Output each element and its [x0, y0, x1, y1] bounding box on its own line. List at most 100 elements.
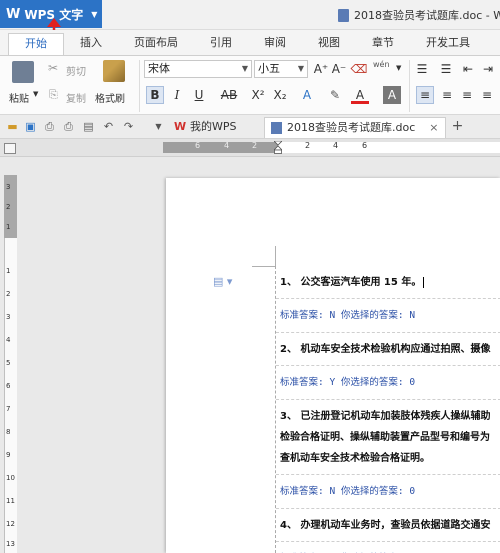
wps-logo-icon: W: [174, 120, 187, 133]
question-text: 4、 办理机动车业务时，查验员依据道路交通安: [280, 520, 491, 531]
scissors-icon: ✂: [48, 61, 59, 75]
print-icon[interactable]: ⎙: [62, 120, 75, 133]
align-right-icon[interactable]: ≡: [458, 86, 476, 104]
font-color-icon[interactable]: A: [351, 86, 369, 104]
paragraph-layout-icon[interactable]: ▤ ▾: [213, 275, 232, 288]
menu-bar: 开始 插入 页面布局 引用 审阅 视图 章节 开发工具 云服: [0, 30, 500, 55]
ruler-number: 6: [6, 382, 11, 390]
format-painter-button[interactable]: 格式刷: [95, 90, 125, 105]
customize-dropdown-icon[interactable]: ▼: [152, 120, 165, 133]
paste-icon[interactable]: [12, 61, 34, 83]
ruler-number: 13: [6, 540, 15, 548]
tab-stop-selector[interactable]: [4, 143, 16, 154]
phonetic-guide-icon[interactable]: wén: [373, 60, 390, 69]
close-icon[interactable]: ×: [429, 121, 438, 134]
chevron-down-icon: ▼: [297, 64, 304, 73]
shrink-font-icon[interactable]: A⁻: [330, 60, 348, 78]
tab-cloud[interactable]: 云服: [486, 33, 500, 55]
ruler-number: 8: [6, 428, 11, 436]
open-folder-icon[interactable]: ▬: [6, 120, 19, 133]
copy-button[interactable]: 复制: [66, 90, 86, 105]
new-tab-icon[interactable]: +: [451, 119, 464, 133]
superscript-button[interactable]: X²: [249, 86, 267, 104]
quick-access-bar: ▬ ▣ ⎙ ⎙ ▤ ↶ ↷ ▼ W 我的WPS 2018查验员考试题库.doc ×…: [0, 115, 500, 139]
ruler-number: 1: [6, 267, 11, 275]
paste-dropdown-icon[interactable]: ▼: [33, 90, 38, 98]
tab-references[interactable]: 引用: [194, 33, 248, 55]
text-effect-icon[interactable]: A: [298, 86, 316, 104]
justify-icon[interactable]: ≡: [478, 86, 496, 104]
chevron-down-icon[interactable]: ▼: [396, 64, 401, 72]
question-row[interactable]: 2、 机动车安全技术检验机构应通过拍照、摄像: [276, 333, 500, 366]
question-row[interactable]: 3、 已注册登记机动车加装肢体残疾人操纵辅助 检验合格证明、操纵辅助装置产品型号和…: [276, 400, 500, 475]
font-size-select[interactable]: 小五 ▼: [254, 60, 308, 78]
document-icon: [338, 8, 349, 22]
char-shading-icon[interactable]: A: [383, 86, 401, 104]
tab-document[interactable]: 2018查验员考试题库.doc ×: [264, 117, 446, 138]
strikethrough-button[interactable]: AB: [218, 86, 240, 104]
ruler-number: 10: [6, 474, 15, 482]
ruler-number: 2: [6, 203, 11, 211]
question-row[interactable]: 4、 办理机动车业务时，查验员依据道路交通安: [276, 509, 500, 542]
ruler-number: 12: [6, 520, 15, 528]
undo-icon[interactable]: ↶: [102, 120, 115, 133]
tab-home[interactable]: 开始: [8, 33, 64, 55]
export-pdf-icon[interactable]: ⎙: [43, 120, 56, 133]
indent-marker-icon[interactable]: [274, 141, 282, 154]
align-left-icon[interactable]: ≡: [416, 86, 434, 104]
chevron-down-icon: ▼: [91, 9, 98, 19]
ruler-number: 9: [6, 451, 11, 459]
tab-view[interactable]: 视图: [302, 33, 356, 55]
tab-my-wps[interactable]: W 我的WPS: [168, 117, 264, 138]
margin-guide: [252, 266, 276, 267]
answer-row[interactable]: 标准答案: N 你选择的答案: 0: [276, 475, 500, 509]
question-text: 2、 机动车安全技术检验机构应通过拍照、摄像: [280, 344, 491, 355]
underline-button[interactable]: U: [190, 86, 208, 104]
increase-indent-icon[interactable]: ⇥: [479, 60, 497, 78]
cut-button[interactable]: 剪切: [66, 63, 86, 78]
document-title: 2018查验员考试题库.doc - W: [338, 7, 500, 23]
print-preview-icon[interactable]: ▤: [82, 120, 95, 133]
subscript-button[interactable]: X₂: [271, 86, 289, 104]
font-name-select[interactable]: 宋体 ▼: [144, 60, 252, 78]
paste-button[interactable]: 粘贴: [9, 90, 29, 105]
text-cursor: [423, 276, 425, 288]
tab-review[interactable]: 审阅: [248, 33, 302, 55]
ribbon: 粘贴 ▼ ✂ 剪切 ⎘ 复制 格式刷 宋体 ▼ 小五 ▼ A⁺ A⁻ ⌫ wén ▼…: [0, 55, 500, 115]
answer-row[interactable]: 标准答案: N 你选择的答案: N: [276, 299, 500, 333]
ruler-number: 3: [6, 183, 11, 191]
grow-font-icon[interactable]: A⁺: [312, 60, 330, 78]
answer-text: 标准答案: N 你选择的答案: N: [280, 310, 416, 321]
wps-logo-icon: W: [6, 6, 21, 22]
answer-row[interactable]: 标准答案: Y 你选择的答案: 0: [276, 366, 500, 400]
question-table[interactable]: 1、 公交客运汽车使用 15 年。标准答案: N 你选择的答案: N 2、 机动车…: [275, 266, 500, 553]
ruler-number: 4: [6, 336, 11, 344]
tab-developer[interactable]: 开发工具: [410, 33, 486, 55]
horizontal-ruler[interactable]: 6 4 2 2 4 6: [0, 139, 500, 157]
document-icon: [271, 122, 282, 134]
copy-icon: ⎘: [49, 88, 58, 101]
tab-section[interactable]: 章节: [356, 33, 410, 55]
redo-icon[interactable]: ↷: [122, 120, 135, 133]
align-center-icon[interactable]: ≡: [438, 86, 456, 104]
bold-button[interactable]: B: [146, 86, 164, 104]
answer-row[interactable]: 标准答案: Y 你选择的答案: 0: [276, 542, 500, 553]
ruler-number: 7: [6, 405, 11, 413]
ruler-number: 2: [6, 290, 11, 298]
chevron-down-icon: ▼: [241, 64, 248, 73]
numbering-icon[interactable]: ☰: [437, 60, 455, 78]
highlight-icon[interactable]: ✎: [326, 86, 344, 104]
decrease-indent-icon[interactable]: ⇤: [459, 60, 477, 78]
save-icon[interactable]: ▣: [24, 120, 37, 133]
italic-button[interactable]: I: [168, 86, 186, 104]
tab-insert[interactable]: 插入: [64, 33, 118, 55]
question-text: 1、 公交客运汽车使用 15 年。: [280, 272, 500, 293]
question-text: 查机动车安全技术检验合格证明。: [280, 453, 430, 464]
ruler-number: 3: [6, 313, 11, 321]
bullets-icon[interactable]: ☰: [413, 60, 431, 78]
clear-format-icon[interactable]: ⌫: [350, 60, 368, 78]
format-painter-icon[interactable]: [103, 60, 125, 82]
question-text: 检验合格证明、操纵辅助装置产品型号和编号为: [280, 432, 490, 443]
question-row[interactable]: 1、 公交客运汽车使用 15 年。: [276, 266, 500, 299]
tab-page-layout[interactable]: 页面布局: [118, 33, 194, 55]
